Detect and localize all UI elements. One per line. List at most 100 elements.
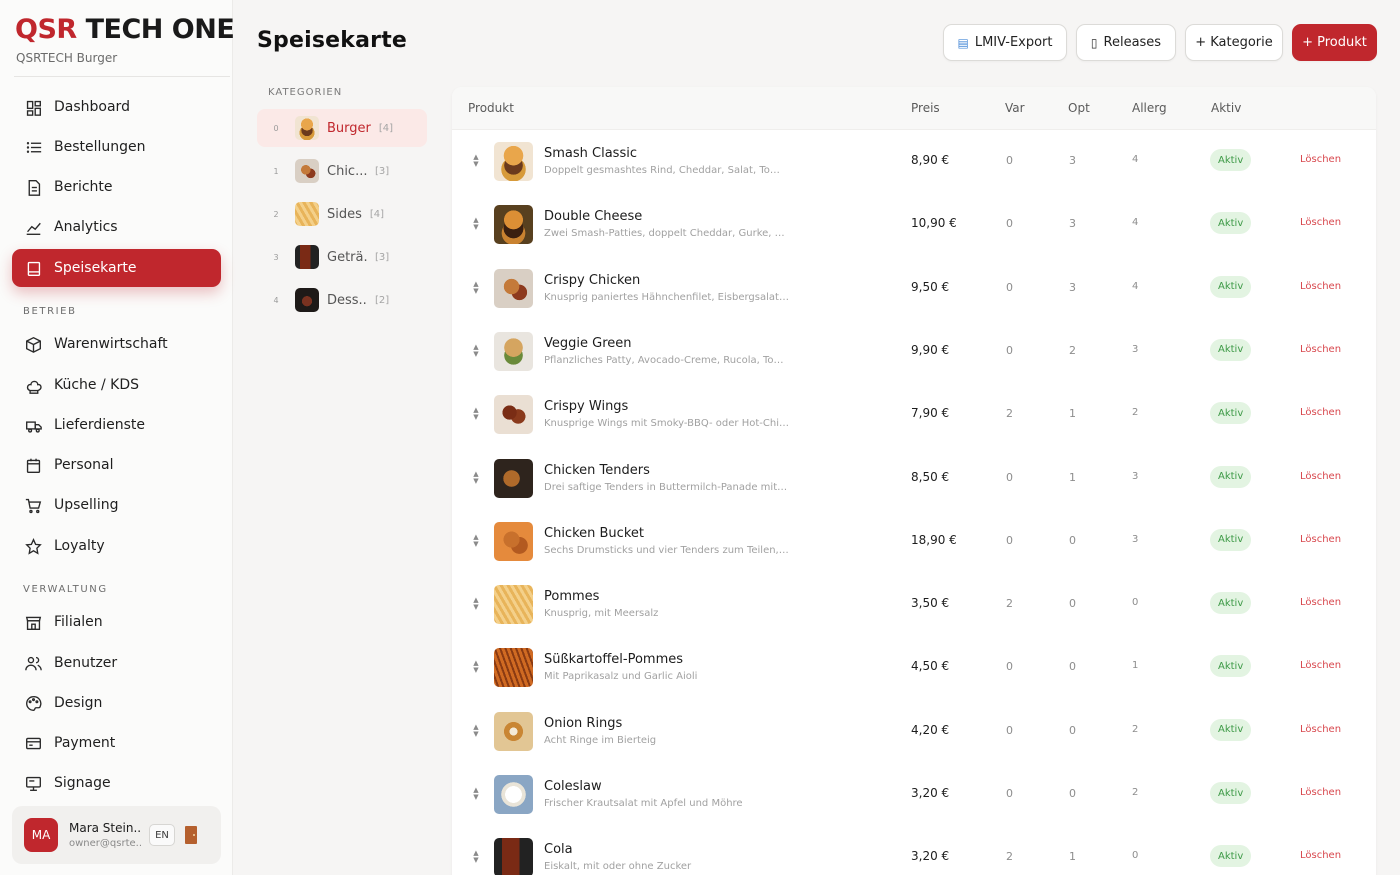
table-row[interactable]: ▲ ▼ Pommes Knusprig, mit Meersalz 3,50 € 2 0 0 A…: [452, 573, 1376, 636]
list-icon: [24, 138, 42, 156]
table-row[interactable]: ▲ ▼ Coleslaw Frischer Krautsalat mit Apfel …: [452, 763, 1376, 826]
product-name[interactable]: Chicken Bucket: [544, 526, 644, 541]
nav-item-upselling[interactable]: Upselling: [12, 486, 221, 524]
status-badge[interactable]: Aktiv: [1210, 782, 1252, 804]
user-card[interactable]: MA Mara Stein... owner@qsrte... EN: [12, 806, 221, 864]
nav-item-label: Analytics: [54, 219, 118, 235]
drag-handle-icon[interactable]: ▲ ▼: [472, 660, 480, 674]
table-row[interactable]: ▲ ▼ Double Cheese Zwei Smash-Patties, doppe…: [452, 193, 1376, 256]
nav-item-design[interactable]: Design: [12, 684, 221, 722]
drag-handle-icon[interactable]: ▲ ▼: [472, 597, 480, 611]
nav-item-lieferdienste[interactable]: Lieferdienste: [12, 406, 221, 444]
nav-item-warenwirtschaft[interactable]: Warenwirtschaft: [12, 325, 221, 363]
table-row[interactable]: ▲ ▼ Chicken Bucket Sechs Drumsticks und vie…: [452, 510, 1376, 573]
delete-link[interactable]: Löschen: [1300, 787, 1341, 798]
product-name[interactable]: Crispy Wings: [544, 399, 628, 414]
product-thumbnail: [494, 142, 533, 181]
product-name[interactable]: Chicken Tenders: [544, 463, 650, 478]
category-item[interactable]: 3 Geträ... [3]: [257, 238, 427, 276]
nav-item-berichte[interactable]: Berichte: [12, 168, 221, 206]
lmiv-export-button[interactable]: ▤ LMIV-Export: [943, 24, 1067, 61]
status-badge[interactable]: Aktiv: [1210, 465, 1252, 488]
category-item[interactable]: 4 Dess... [2]: [257, 281, 427, 319]
nav-item-speisekarte[interactable]: Speisekarte: [12, 249, 221, 287]
nav-item-payment[interactable]: Payment: [12, 724, 221, 762]
category-item[interactable]: 1 Chic... [3]: [257, 152, 427, 190]
product-name[interactable]: Crispy Chicken: [544, 273, 640, 288]
drag-handle-icon[interactable]: ▲ ▼: [472, 533, 480, 548]
drag-handle-icon[interactable]: ▲ ▼: [472, 470, 480, 485]
delete-link[interactable]: Löschen: [1300, 724, 1341, 735]
nav-item-benutzer[interactable]: Benutzer: [12, 644, 221, 682]
nav-item-küche-kds[interactable]: Küche / KDS: [12, 366, 221, 404]
delete-link[interactable]: Löschen: [1300, 471, 1341, 482]
drag-handle-icon[interactable]: ▲ ▼: [472, 723, 480, 738]
add-product-button[interactable]: + Produkt: [1292, 24, 1377, 61]
table-row[interactable]: ▲ ▼ Smash Classic Doppelt gesmashtes Rind, …: [452, 130, 1376, 193]
nav-item-loyalty[interactable]: Loyalty: [12, 527, 221, 565]
product-name[interactable]: Cola: [544, 842, 573, 857]
delete-link[interactable]: Löschen: [1300, 407, 1341, 418]
status-badge[interactable]: Aktiv: [1210, 402, 1252, 425]
nav-item-label: Payment: [54, 735, 116, 751]
product-name[interactable]: Süßkartoffel-Pommes: [544, 652, 683, 667]
table-row[interactable]: ▲ ▼ Crispy Wings Knusprige Wings mit Smoky-…: [452, 383, 1376, 446]
nav-item-analytics[interactable]: Analytics: [12, 208, 221, 246]
status-badge[interactable]: Aktiv: [1210, 149, 1252, 171]
nav-item-dashboard[interactable]: Dashboard: [12, 88, 221, 126]
status-badge[interactable]: Aktiv: [1210, 655, 1252, 678]
delete-link[interactable]: Löschen: [1300, 217, 1341, 228]
drag-handle-icon[interactable]: ▲ ▼: [472, 217, 480, 231]
delete-link[interactable]: Löschen: [1300, 660, 1341, 671]
nav-item-bestellungen[interactable]: Bestellungen: [12, 128, 221, 166]
credit-card-icon: [24, 734, 42, 752]
releases-button[interactable]: ▯ Releases: [1076, 24, 1176, 61]
drag-handle-icon[interactable]: ▲ ▼: [472, 343, 480, 358]
product-name[interactable]: Veggie Green: [544, 336, 632, 351]
nav-item-label: Loyalty: [54, 538, 105, 554]
category-item[interactable]: 2 Sides [4]: [257, 195, 427, 233]
nav-item-label: Filialen: [54, 614, 103, 630]
nav-item-signage[interactable]: Signage: [12, 764, 221, 802]
delete-link[interactable]: Löschen: [1300, 154, 1341, 165]
col-opt: Opt: [1068, 101, 1090, 115]
status-badge[interactable]: Aktiv: [1210, 212, 1252, 235]
product-name[interactable]: Double Cheese: [544, 209, 642, 224]
truck-icon: [24, 416, 42, 434]
status-badge[interactable]: Aktiv: [1210, 528, 1252, 551]
col-price: Preis: [911, 101, 940, 115]
logout-icon[interactable]: [185, 826, 197, 844]
delete-link[interactable]: Löschen: [1300, 850, 1341, 861]
nav-item-personal[interactable]: Personal: [12, 446, 221, 484]
product-name[interactable]: Pommes: [544, 589, 599, 604]
status-badge[interactable]: Aktiv: [1210, 718, 1252, 741]
delete-link[interactable]: Löschen: [1300, 281, 1341, 292]
table-row[interactable]: ▲ ▼ Süßkartoffel-Pommes Mit Paprikasalz und…: [452, 636, 1376, 699]
table-row[interactable]: ▲ ▼ Cola Eiskalt, mit oder ohne Zucker 3,20 …: [452, 826, 1376, 875]
language-button[interactable]: EN: [149, 824, 175, 846]
table-row[interactable]: ▲ ▼ Onion Rings Acht Ringe im Bierteig 4,20 …: [452, 700, 1376, 763]
nav-item-filialen[interactable]: Filialen: [12, 603, 221, 641]
product-name[interactable]: Coleslaw: [544, 779, 602, 794]
avatar[interactable]: MA: [24, 818, 58, 852]
delete-link[interactable]: Löschen: [1300, 534, 1341, 545]
product-name[interactable]: Onion Rings: [544, 716, 622, 731]
drag-handle-icon[interactable]: ▲ ▼: [472, 407, 480, 421]
status-badge[interactable]: Aktiv: [1210, 845, 1252, 868]
table-row[interactable]: ▲ ▼ Chicken Tenders Drei saftige Tenders in…: [452, 447, 1376, 510]
table-row[interactable]: ▲ ▼ Crispy Chicken Knusprig paniertes Hähnc…: [452, 257, 1376, 320]
status-badge[interactable]: Aktiv: [1210, 338, 1252, 361]
drag-handle-icon[interactable]: ▲ ▼: [472, 280, 480, 295]
drag-handle-icon[interactable]: ▲ ▼: [472, 787, 480, 801]
status-badge[interactable]: Aktiv: [1210, 275, 1252, 298]
brand-logo[interactable]: QSR TECH ONE: [15, 14, 235, 45]
add-category-button[interactable]: + Kategorie: [1185, 24, 1283, 61]
delete-link[interactable]: Löschen: [1300, 344, 1341, 355]
category-item[interactable]: 0 Burger [4]: [257, 109, 427, 147]
delete-link[interactable]: Löschen: [1300, 597, 1341, 608]
drag-handle-icon[interactable]: ▲ ▼: [472, 154, 480, 168]
status-badge[interactable]: Aktiv: [1210, 592, 1252, 615]
product-name[interactable]: Smash Classic: [544, 146, 637, 161]
table-row[interactable]: ▲ ▼ Veggie Green Pflanzliches Patty, Avocad…: [452, 320, 1376, 383]
drag-handle-icon[interactable]: ▲ ▼: [472, 850, 480, 864]
